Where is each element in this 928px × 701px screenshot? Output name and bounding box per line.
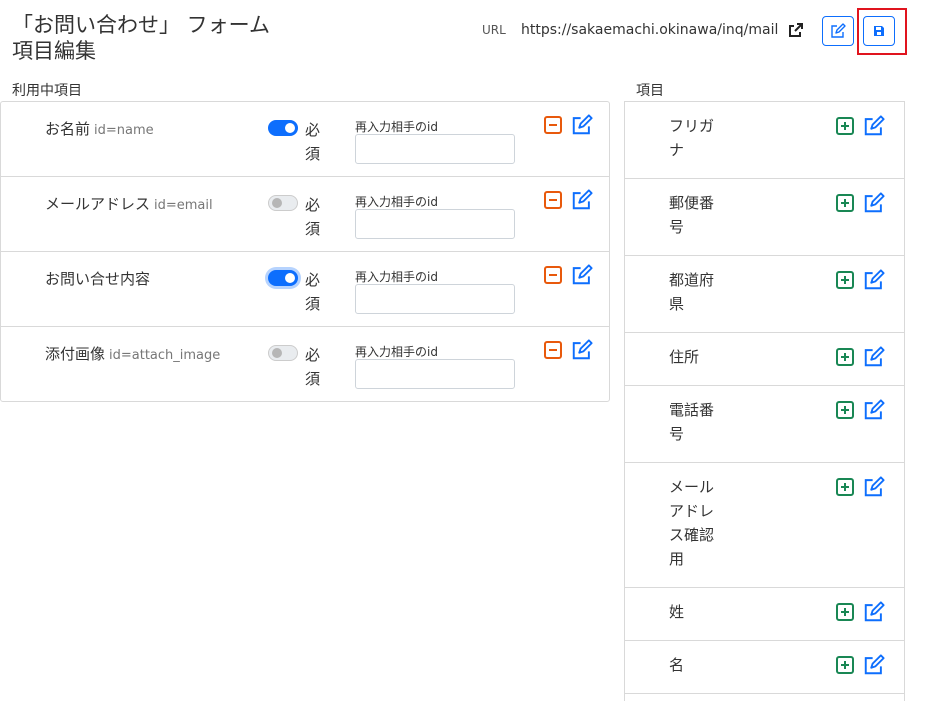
plus-square-icon[interactable] [835,193,855,213]
plus-square-icon[interactable] [835,477,855,497]
page-title-line2: 項目編集 [12,39,96,63]
edit-icon[interactable] [863,399,885,420]
item-name: 住所 [669,348,700,366]
plus-square-icon[interactable] [835,347,855,367]
url-link[interactable]: https://sakaemachi.okinawa/inq/mail [521,22,778,38]
edit-icon [830,23,846,39]
item-name: メールアドレス確認用 [669,478,715,568]
item-name: 名 [669,656,685,674]
url-label: URL [482,23,506,37]
available-item-row: 名 [625,641,904,694]
plus-square-icon[interactable] [835,116,855,136]
edit-icon[interactable] [571,264,593,285]
available-items-panel: フリガナ 郵便番号 都道府県 住所 電話番号 メールアドレス確認用 姓 名 [624,101,905,701]
item-name: お問い合せ内容 [45,270,151,288]
required-label: 必須 [305,346,321,388]
reinput-id-field[interactable] [355,209,515,239]
reinput-id-field[interactable] [355,134,515,164]
edit-icon[interactable] [863,269,885,290]
active-item-row: お問い合せ内容 必須 再入力相手のid [1,252,609,327]
reinput-label: 再入力相手のid [355,345,438,359]
reinput-id-field[interactable] [355,284,515,314]
required-toggle[interactable] [268,345,298,361]
edit-icon[interactable] [863,654,885,675]
active-item-row: 添付画像 id=attach_image 必須 再入力相手のid [1,327,609,402]
edit-icon[interactable] [571,339,593,360]
available-item-row: メールアドレス確認用 [625,463,904,588]
reinput-id-field[interactable] [355,359,515,389]
edit-icon[interactable] [571,114,593,135]
item-name: 姓 [669,603,685,621]
edit-icon[interactable] [863,115,885,136]
plus-square-icon[interactable] [835,655,855,675]
external-link-icon[interactable] [788,22,804,38]
available-item-row: 姓 [625,588,904,641]
reinput-label: 再入力相手のid [355,195,438,209]
minus-square-icon[interactable] [543,340,563,360]
edit-icon[interactable] [863,192,885,213]
required-label: 必須 [305,196,321,238]
page-title-line1: 「お問い合わせ」 フォーム [12,13,271,37]
reinput-label: 再入力相手のid [355,270,438,284]
required-label: 必須 [305,271,321,313]
plus-square-icon[interactable] [835,270,855,290]
item-name: 電話番号 [669,401,715,443]
active-item-row: メールアドレス id=email 必須 再入力相手のid [1,177,609,252]
save-button-highlight [857,8,907,55]
edit-icon[interactable] [863,346,885,367]
required-toggle[interactable] [268,270,298,286]
plus-square-icon[interactable] [835,602,855,622]
edit-icon[interactable] [863,476,885,497]
active-items-panel: お名前 id=name 必須 再入力相手のid メールアドレス id=email 必… [0,101,610,402]
edit-url-button[interactable] [822,16,854,46]
page-title: 「お問い合わせ」 フォーム 項目編集 [12,12,270,64]
available-items-label: 項目 [636,83,664,99]
item-name: お名前 id=name [45,120,154,138]
available-item-row: フリガナ [625,102,904,179]
available-item-row: 郵便番号 [625,179,904,256]
item-name: フリガナ [669,117,715,159]
item-name: 都道府県 [669,271,715,313]
required-toggle[interactable] [268,120,298,136]
minus-square-icon[interactable] [543,190,563,210]
minus-square-icon[interactable] [543,265,563,285]
required-toggle[interactable] [268,195,298,211]
required-label: 必須 [305,121,321,163]
available-item-row: 住所 [625,333,904,386]
item-name: メールアドレス id=email [45,195,213,213]
active-items-label: 利用中項目 [12,83,82,99]
reinput-label: 再入力相手のid [355,120,438,134]
edit-icon[interactable] [863,601,885,622]
plus-square-icon[interactable] [835,400,855,420]
item-name: 添付画像 id=attach_image [45,345,221,363]
item-name: 郵便番号 [669,194,715,236]
minus-square-icon[interactable] [543,115,563,135]
available-item-row: 電話番号 [625,386,904,463]
available-item-row: 都道府県 [625,256,904,333]
active-item-row: お名前 id=name 必須 再入力相手のid [1,102,609,177]
edit-icon[interactable] [571,189,593,210]
